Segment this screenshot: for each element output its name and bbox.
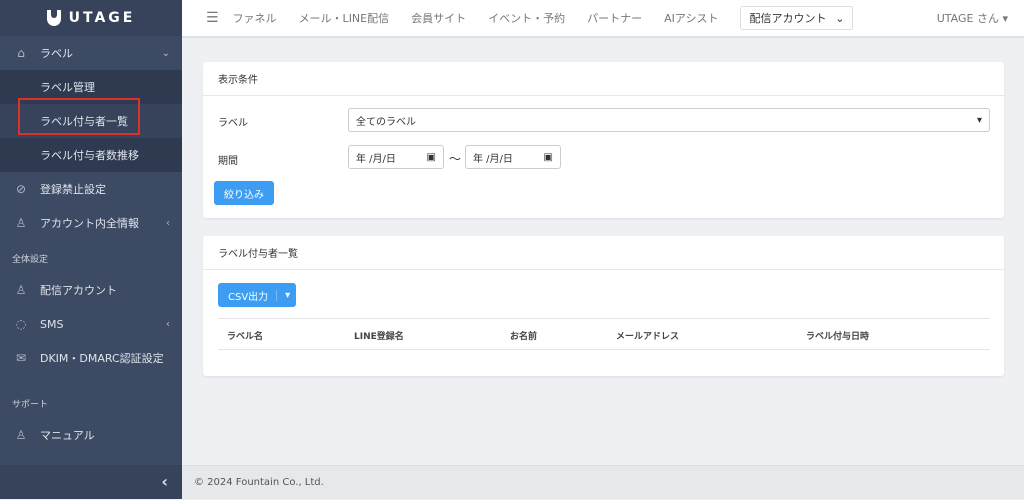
footer: © 2024 Fountain Co., Ltd. (182, 465, 1024, 499)
tag-icon: ⌂ (17, 46, 25, 60)
sidebar-item-registration-block[interactable]: ⊘ 登録禁止設定 (0, 172, 182, 206)
sidebar-item-label[interactable]: ⌂ ラベル ⌄ (0, 36, 182, 70)
label: ラベル付与者数推移 (40, 149, 139, 162)
sidebar-item-label-trend[interactable]: ラベル付与者数推移 (0, 138, 182, 172)
caret-down-icon[interactable]: ▾ (276, 289, 290, 301)
users-icon: ♙ (15, 216, 27, 230)
start-date-input[interactable]: 年 /月/日 ▣ (348, 145, 444, 169)
chat-icon: ◌ (15, 317, 27, 331)
sidebar-item-dkim[interactable]: ✉ DKIM・DMARC認証設定 (0, 341, 182, 375)
column-line-name: LINE登録名 (354, 332, 404, 342)
period-label: 期間 (218, 156, 238, 167)
label: マニュアル (40, 429, 95, 442)
calendar-icon: ▣ (426, 151, 436, 163)
sidebar-item-account-info[interactable]: ♙ アカウント内全情報 ‹ (0, 206, 182, 240)
chevron-down-icon: ⌄ (161, 47, 170, 59)
collapse-sidebar-button[interactable]: ‹ (0, 465, 182, 499)
topbar: ☰ ファネル メール・LINE配信 会員サイト イベント・予約 パートナー AI… (182, 0, 1024, 38)
account-select-value: 配信アカウント (749, 12, 827, 25)
nav-funnel[interactable]: ファネル (233, 10, 277, 26)
list-card: ラベル付与者一覧 CSV出力 ▾ ラベル名 LINE登録名 お名前 メールアドレス… (203, 236, 1004, 376)
utage-logo-icon (46, 10, 61, 26)
caret-down-icon: ▾ (976, 114, 982, 126)
list-card-title: ラベル付与者一覧 (203, 236, 1004, 270)
date-placeholder: 年 /月/日 (473, 153, 513, 165)
nav-ai-assist[interactable]: AIアシスト (664, 10, 718, 26)
sidebar: UTAGE ⌂ ラベル ⌄ ラベル管理 ラベル付与者一覧 ラベル付与者数推移 ⊘ 登録… (0, 0, 182, 499)
user-icon: ♙ (15, 428, 27, 442)
date-placeholder: 年 /月/日 (356, 153, 396, 165)
label: ラベル (40, 47, 73, 60)
label: DKIM・DMARC認証設定 (40, 352, 164, 365)
account-select[interactable]: 配信アカウント ⌄ (740, 6, 854, 30)
label-select[interactable]: 全てのラベル ▾ (348, 108, 990, 132)
label: 配信アカウント (40, 284, 117, 297)
label-field-label: ラベル (218, 118, 248, 129)
brand-name: UTAGE (68, 10, 136, 26)
column-name: お名前 (510, 332, 538, 342)
hamburger-icon[interactable]: ☰ (206, 10, 219, 26)
nav-member-site[interactable]: 会員サイト (411, 10, 466, 26)
filter-button[interactable]: 絞り込み (214, 181, 274, 205)
label-select-value: 全てのラベル (356, 116, 416, 128)
filter-card-title: 表示条件 (203, 62, 1004, 96)
column-label-date: ラベル付与日時 (806, 332, 870, 342)
sidebar-item-delivery-account[interactable]: ♙ 配信アカウント (0, 273, 182, 307)
section-heading: サポート (12, 400, 49, 410)
nav-mail-line[interactable]: メール・LINE配信 (299, 10, 390, 26)
label: アカウント内全情報 (40, 217, 139, 230)
chevron-left-icon: ‹ (166, 217, 170, 229)
caret-down-icon: ▾ (1002, 12, 1008, 25)
chevron-left-icon: ‹ (161, 472, 168, 491)
csv-export-button[interactable]: CSV出力 ▾ (218, 283, 297, 307)
nav-event[interactable]: イベント・予約 (488, 10, 565, 26)
user-icon: ♙ (15, 283, 27, 297)
section-heading: 全体設定 (12, 255, 49, 265)
mail-icon: ✉ (15, 351, 27, 365)
column-label-name: ラベル名 (227, 332, 264, 342)
label: 登録禁止設定 (40, 183, 106, 196)
user-name: UTAGE さん (936, 12, 999, 25)
sidebar-item-manual[interactable]: ♙ マニュアル (0, 418, 182, 452)
label: ラベル管理 (40, 81, 95, 94)
chevron-down-icon: ⌄ (835, 11, 845, 25)
ban-icon: ⊘ (15, 182, 27, 196)
calendar-icon: ▣ (543, 151, 553, 163)
filter-card: 表示条件 ラベル 全てのラベル ▾ 期間 年 /月/日 ▣ 〜 年 /月/日 ▣ 絞り… (203, 62, 1004, 218)
sidebar-item-sms[interactable]: ◌ SMS ‹ (0, 307, 182, 341)
logo[interactable]: UTAGE (0, 0, 182, 36)
column-email: メールアドレス (616, 332, 680, 342)
user-menu[interactable]: UTAGE さん ▾ (937, 10, 1008, 26)
tilde: 〜 (449, 152, 462, 166)
csv-label: CSV出力 (228, 291, 269, 303)
table-header (218, 318, 990, 350)
nav-partner[interactable]: パートナー (587, 10, 642, 26)
highlight-box (18, 98, 140, 135)
chevron-left-icon: ‹ (166, 318, 170, 330)
label: SMS (40, 317, 64, 331)
end-date-input[interactable]: 年 /月/日 ▣ (465, 145, 561, 169)
